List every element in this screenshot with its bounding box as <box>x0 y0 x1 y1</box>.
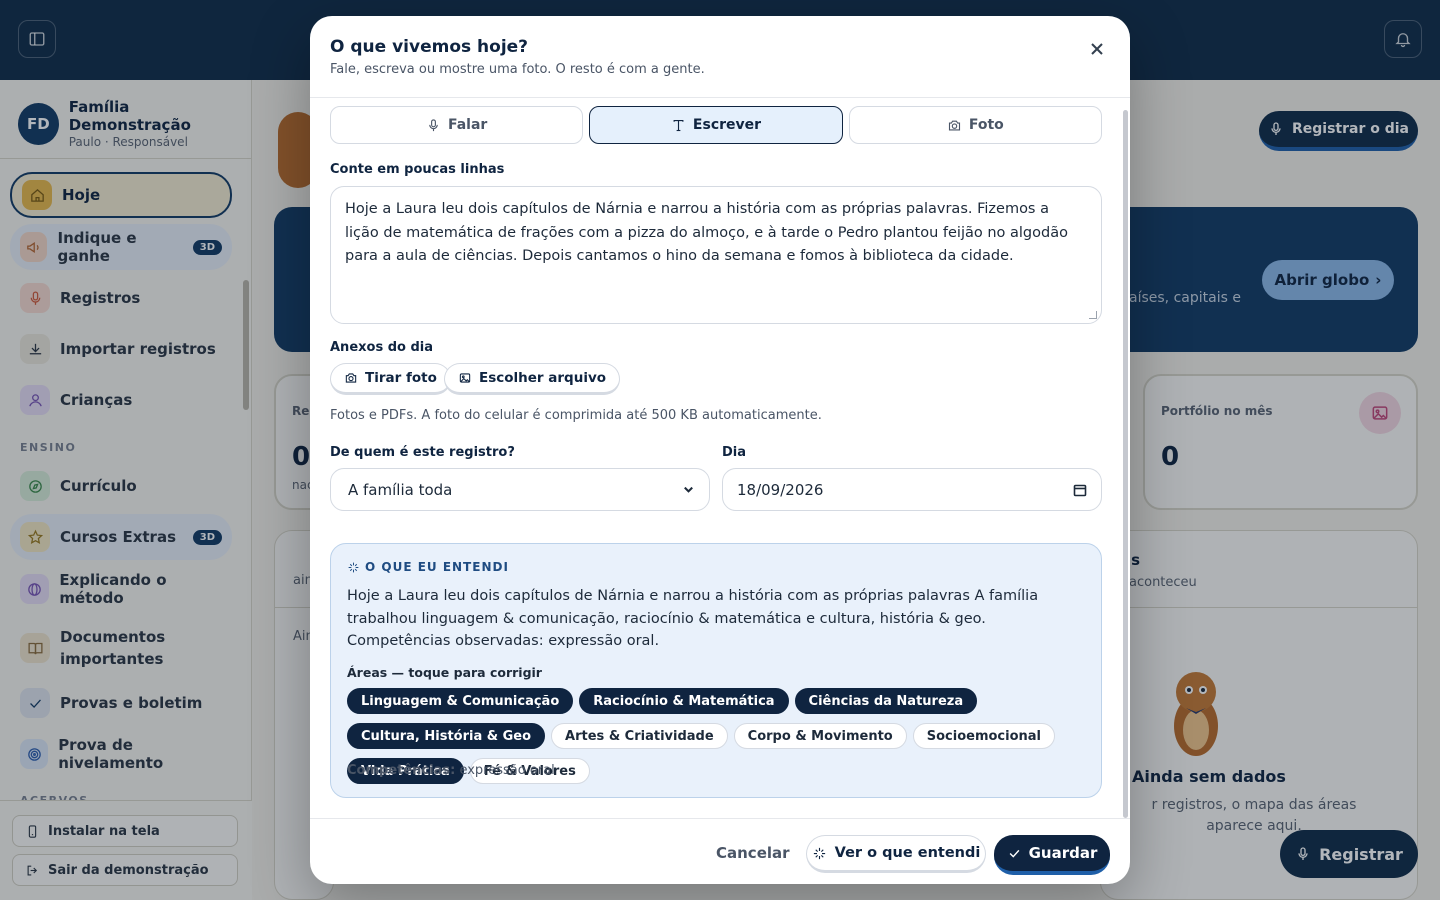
camera-icon <box>948 120 960 130</box>
competencies-line: Competências: expressão oral <box>347 763 555 778</box>
text-icon <box>673 119 684 131</box>
understood-summary: Hoje a Laura leu dois capítulos de Nárni… <box>347 588 1039 649</box>
resize-handle[interactable] <box>1089 311 1097 319</box>
area-chip-socioemocional[interactable]: Socioemocional <box>912 723 1056 749</box>
attachments-hint: Fotos e PDFs. A foto do celular é compri… <box>330 408 822 423</box>
date-input[interactable]: 18/09/2026 <box>722 468 1102 511</box>
tab-label: Escrever <box>692 117 762 133</box>
check-icon <box>1009 849 1019 858</box>
take-photo-button[interactable]: Tirar foto <box>330 363 451 395</box>
understood-panel: O QUE EU ENTENDI Hoje a Laura leu dois c… <box>330 543 1102 798</box>
camera-icon <box>345 373 357 383</box>
modal-scrollbar[interactable] <box>1123 110 1128 818</box>
day-label: Dia <box>722 445 747 460</box>
tab-label: Falar <box>447 117 488 133</box>
modal-subtitle: Fale, escreva ou mostre uma foto. O rest… <box>330 62 705 77</box>
competencies-value: expressão oral <box>459 763 555 778</box>
day-text-value: Hoje a Laura leu dois capítulos de Nárni… <box>345 201 1068 264</box>
calendar-icon[interactable] <box>1073 483 1087 497</box>
area-chip-artes[interactable]: Artes & Criatividade <box>551 723 728 749</box>
tab-label: Foto <box>968 117 1004 133</box>
understood-heading: O QUE EU ENTENDI <box>347 560 509 574</box>
whose-value: A família toda <box>348 480 453 499</box>
day-text-input[interactable]: Hoje a Laura leu dois capítulos de Nárni… <box>330 186 1102 324</box>
area-chip-linguagem[interactable]: Linguagem & Comunicação <box>347 688 574 714</box>
text-field-label: Conte em poucas linhas <box>330 162 505 177</box>
sparkle-icon <box>348 562 359 572</box>
see-understood-label: Ver o que entendi <box>834 845 981 861</box>
take-photo-label: Tirar foto <box>365 370 437 386</box>
modal-header: O que vivemos hoje? Fale, escreva ou mos… <box>310 16 1130 98</box>
image-icon <box>459 373 471 383</box>
input-mode-tabs: Falar Escrever Foto <box>330 106 1102 144</box>
whose-label: De quem é este registro? <box>330 445 515 460</box>
mic-icon <box>429 118 438 131</box>
whose-select[interactable]: A família toda <box>330 468 710 511</box>
attachments-label: Anexos do dia <box>330 340 434 355</box>
choose-file-button[interactable]: Escolher arquivo <box>444 363 621 395</box>
competencies-label: Competências: <box>347 763 456 778</box>
register-modal: O que vivemos hoje? Fale, escreva ou mos… <box>310 16 1130 884</box>
areas-label: Áreas — toque para corrigir <box>347 665 542 680</box>
chevron-down-icon <box>684 486 693 493</box>
area-chip-ciencias[interactable]: Ciências da Natureza <box>794 688 978 714</box>
close-icon <box>1091 43 1103 55</box>
save-label: Guardar <box>1028 844 1098 862</box>
see-understood-button[interactable]: Ver o que entendi <box>806 835 986 873</box>
area-chip-raciocinio[interactable]: Raciocínio & Matemática <box>579 688 789 714</box>
sparkle-icon <box>813 847 825 859</box>
cancel-button[interactable]: Cancelar <box>702 835 804 871</box>
modal-title: O que vivemos hoje? <box>330 37 529 57</box>
date-value: 18/09/2026 <box>737 480 824 499</box>
tab-escrever[interactable]: Escrever <box>589 106 843 144</box>
tab-falar[interactable]: Falar <box>330 106 584 144</box>
area-chip-cultura[interactable]: Cultura, História & Geo <box>347 723 546 749</box>
area-chip-corpo[interactable]: Corpo & Movimento <box>733 723 907 749</box>
modal-footer: Cancelar Ver o que entendi Guardar <box>310 818 1130 884</box>
choose-file-label: Escolher arquivo <box>479 370 607 386</box>
close-button[interactable] <box>1084 36 1110 62</box>
tab-foto[interactable]: Foto <box>848 106 1102 144</box>
save-button[interactable]: Guardar <box>994 835 1110 875</box>
understood-title: O QUE EU ENTENDI <box>365 560 509 574</box>
